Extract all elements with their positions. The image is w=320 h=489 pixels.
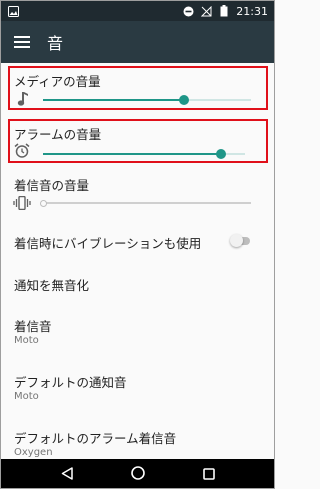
slider-fill [43, 99, 185, 101]
hamburger-menu-icon [14, 33, 30, 52]
battery-icon [218, 5, 230, 17]
vibrate-on-ring-title: 着信時にバイブレーションも使用 [14, 236, 202, 251]
recents-icon [202, 465, 215, 484]
back-button[interactable] [52, 459, 82, 488]
navigation-bar [1, 459, 274, 488]
menu-button[interactable] [1, 21, 43, 63]
vibrate-on-ring-toggle[interactable] [230, 234, 252, 247]
default-notification-value: Moto [14, 391, 39, 402]
ringtone-setting[interactable]: 着信音 Moto [1, 309, 274, 353]
page-title: 音 [47, 34, 64, 53]
ring-volume-setting: 着信音の音量 [1, 169, 274, 217]
image-notification-icon [7, 5, 19, 17]
do-not-disturb-icon [182, 5, 194, 17]
music-note-icon [16, 91, 28, 110]
default-alarm-value: Oxygen [14, 447, 53, 458]
ring-volume-title: 着信音の音量 [14, 178, 90, 193]
alarm-volume-title: アラームの音量 [14, 127, 102, 142]
default-notification-title: デフォルトの通知音 [14, 375, 127, 390]
default-notification-setting[interactable]: デフォルトの通知音 Moto [1, 365, 274, 409]
settings-list: メディアの音量 アラームの音量 着信音の音量 着信時にバイブレーションも使用 通… [1, 63, 274, 459]
slider-fill [43, 153, 221, 155]
app-bar: 音 [1, 21, 274, 63]
default-alarm-title: デフォルトのアラーム着信音 [14, 431, 177, 446]
default-alarm-setting[interactable]: デフォルトのアラーム着信音 Oxygen [1, 421, 274, 459]
slider-thumb[interactable] [40, 199, 47, 207]
back-icon [61, 465, 73, 484]
no-signal-icon [200, 5, 212, 17]
ring-volume-slider[interactable] [40, 197, 251, 209]
media-volume-title: メディアの音量 [14, 74, 101, 89]
alarm-volume-slider[interactable] [43, 148, 245, 160]
media-volume-slider[interactable] [43, 94, 251, 106]
status-time: 21:31 [236, 4, 268, 18]
toggle-knob [230, 234, 243, 247]
vibrate-on-ring-setting[interactable]: 着信時にバイブレーションも使用 [1, 223, 274, 259]
media-volume-setting: メディアの音量 [1, 66, 274, 110]
mute-notifications-setting[interactable]: 通知を無音化 [1, 265, 274, 301]
mute-notifications-title: 通知を無音化 [14, 278, 90, 293]
ringtone-title: 着信音 [14, 319, 52, 334]
device-frame: 21:31 音 メディアの音量 アラームの音量 着信音の音量 着信時にバイブレー… [0, 0, 275, 489]
alarm-clock-icon [14, 143, 30, 162]
recents-button[interactable] [194, 459, 224, 488]
home-icon [130, 465, 145, 484]
vibrate-icon [13, 195, 31, 214]
slider-track [43, 202, 251, 204]
home-button[interactable] [123, 459, 153, 488]
ringtone-value: Moto [14, 335, 39, 346]
alarm-volume-setting: アラームの音量 [1, 119, 274, 163]
slider-thumb[interactable] [179, 95, 190, 105]
slider-thumb[interactable] [215, 149, 226, 159]
status-bar: 21:31 [1, 1, 274, 21]
